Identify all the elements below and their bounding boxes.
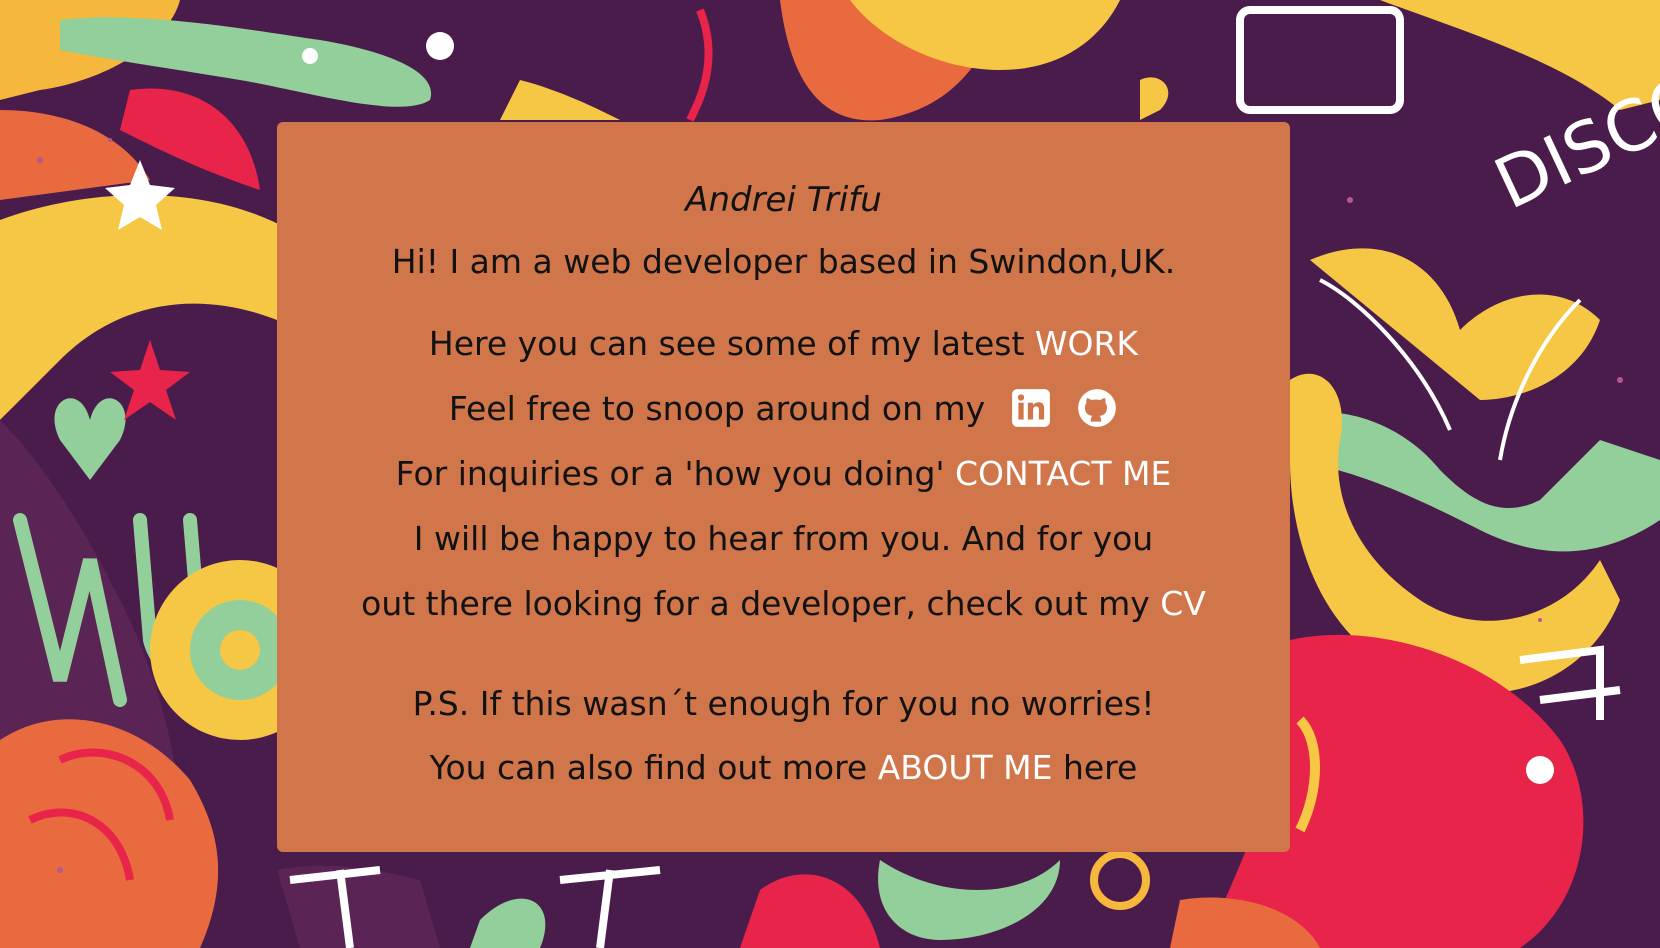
intro-text: Hi! I am a web developer based in Swindo… <box>391 242 1176 281</box>
about-line: You can also find out more ABOUT ME here <box>277 746 1290 790</box>
about-line-text: You can also find out more <box>429 748 878 787</box>
contact-me-link[interactable]: CONTACT ME <box>955 454 1171 493</box>
cv-line-text: out there looking for a developer, check… <box>361 584 1161 623</box>
contact-line: For inquiries or a 'how you doing' CONTA… <box>277 452 1290 496</box>
github-icon[interactable] <box>1076 387 1118 429</box>
cv-link[interactable]: CV <box>1160 584 1206 623</box>
contact-line-text: For inquiries or a 'how you doing' <box>395 454 956 493</box>
work-line-text: Here you can see some of my latest <box>428 324 1035 363</box>
about-line-suffix: here <box>1062 748 1138 787</box>
linkedin-icon[interactable] <box>1010 387 1052 429</box>
work-link[interactable]: WORK <box>1035 324 1138 363</box>
author-name: Andrei Trifu <box>685 180 882 220</box>
cv-line: out there looking for a developer, check… <box>277 582 1290 626</box>
social-line: Feel free to snoop around on my <box>277 387 1290 432</box>
happy-line: I will be happy to hear from you. And fo… <box>413 519 1154 558</box>
ps-line: P.S. If this wasn´t enough for you no wo… <box>412 684 1155 723</box>
about-me-link[interactable]: ABOUT ME <box>878 748 1053 787</box>
social-line-text: Feel free to snoop around on my <box>448 389 996 428</box>
intro-card: Andrei Trifu Hi! I am a web developer ba… <box>277 122 1290 852</box>
work-line: Here you can see some of my latest WORK <box>277 322 1290 366</box>
